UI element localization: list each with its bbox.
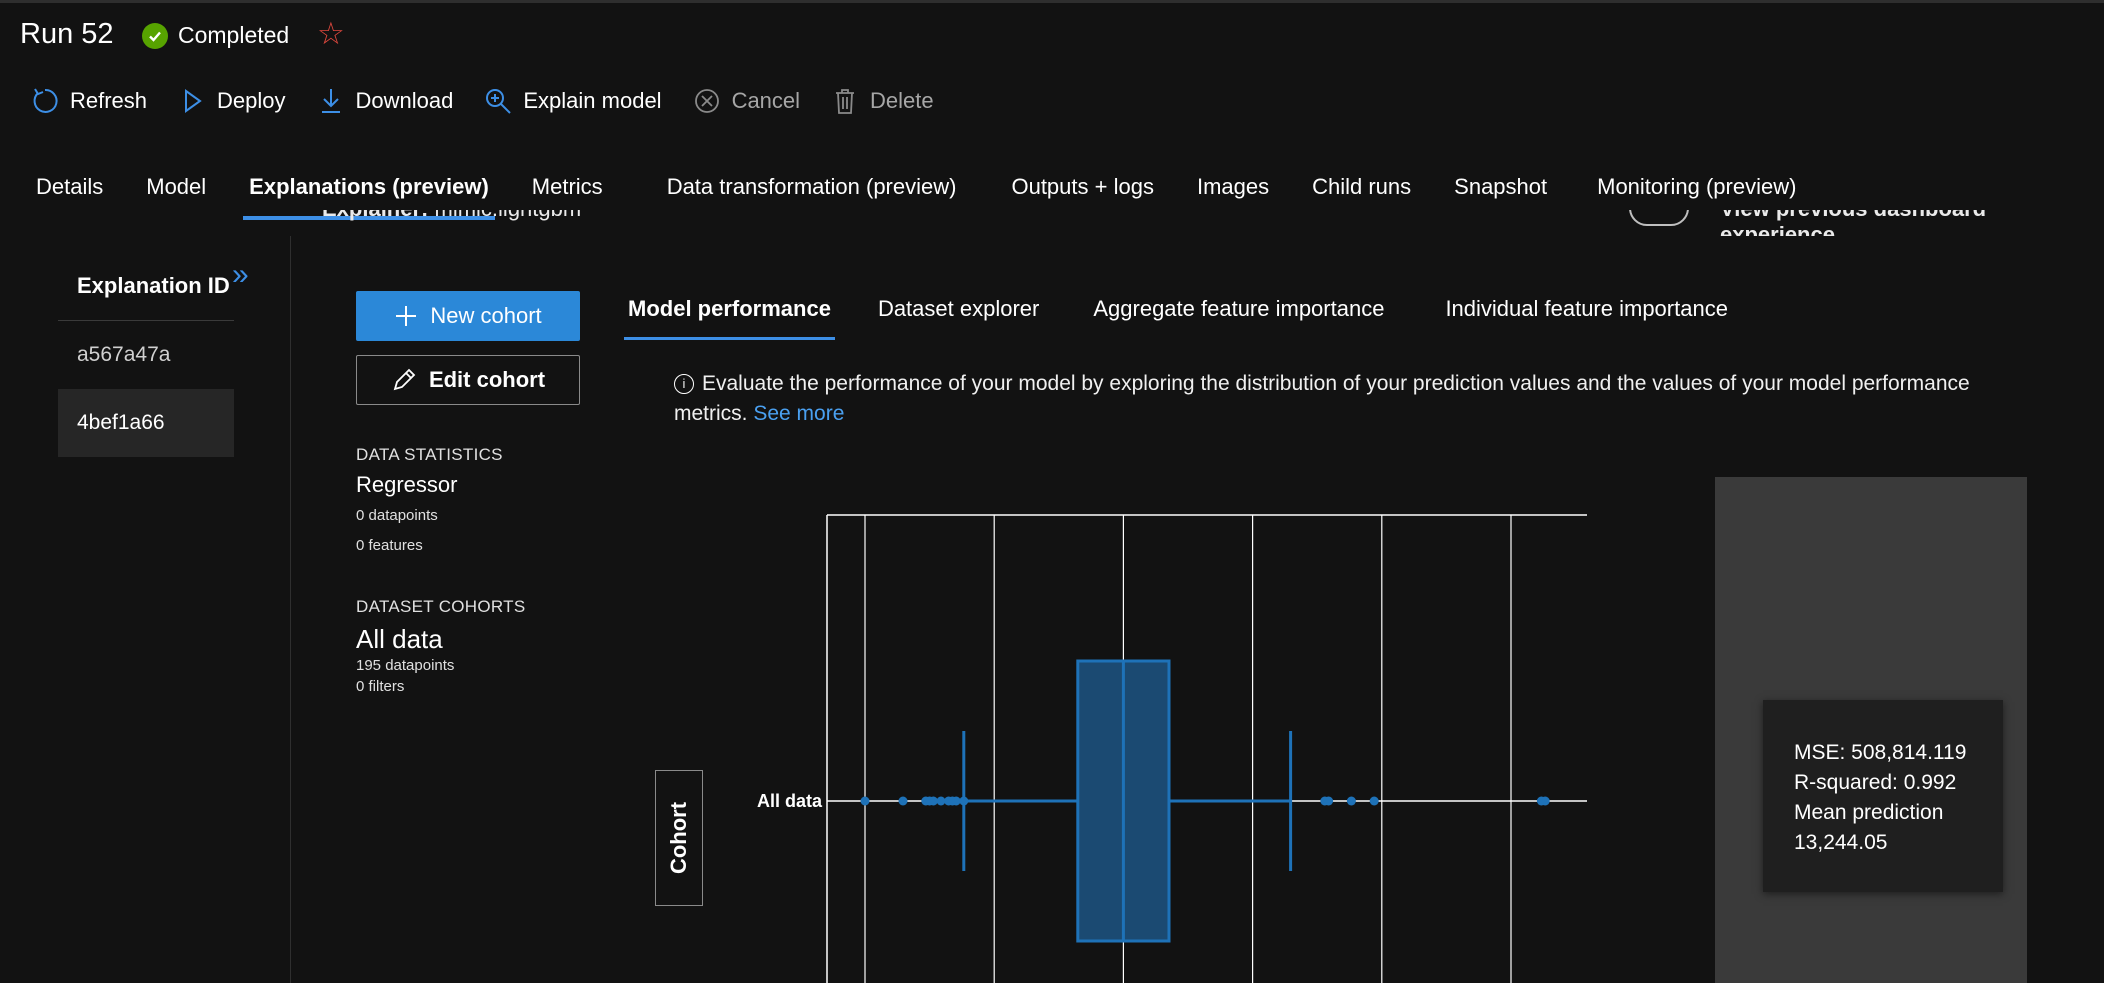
status-text: Completed — [178, 22, 290, 48]
outlier-point — [860, 796, 870, 806]
subtab-model-performance[interactable]: Model performance — [624, 296, 835, 340]
mse-value: MSE: 508,814.119 — [1794, 741, 1967, 764]
outlier-point — [921, 796, 931, 806]
explain-model-label: Explain model — [523, 88, 662, 113]
collapse-panel-icon[interactable]: » — [232, 258, 249, 292]
cohort-axis-label: Cohort — [666, 801, 691, 875]
deploy-button[interactable]: Deploy — [177, 86, 286, 116]
new-cohort-button[interactable]: New cohort — [356, 291, 580, 341]
cohort-axis-button[interactable]: Cohort — [655, 770, 703, 906]
explanation-item[interactable]: a567a47a — [58, 321, 234, 389]
features-count: 0 features — [356, 537, 423, 554]
outlier-point — [1324, 796, 1334, 806]
run-title: Run 52 — [20, 18, 114, 50]
main-tabs: Details Model Explanations (preview) Met… — [36, 174, 1839, 220]
tab-outputs-logs[interactable]: Outputs + logs — [1011, 174, 1153, 200]
download-label: Download — [355, 88, 454, 113]
tab-model[interactable]: Model — [146, 174, 206, 200]
description: i Evaluate the performance of your model … — [674, 369, 1974, 429]
outlier-point — [959, 796, 969, 806]
tab-data-transformation[interactable]: Data transformation (preview) — [667, 174, 957, 200]
outlier-point — [1536, 796, 1546, 806]
data-statistics-label: DATA STATISTICS — [356, 445, 503, 464]
tab-monitoring[interactable]: Monitoring (preview) — [1597, 174, 1796, 200]
outlier-point — [1369, 796, 1379, 806]
outlier-point — [936, 796, 946, 806]
check-circle-icon — [142, 22, 168, 49]
info-icon: i — [674, 374, 694, 394]
explain-model-button[interactable]: Explain model — [483, 86, 662, 116]
outlier-point — [1320, 796, 1330, 806]
outlier-point — [928, 796, 938, 806]
outlier-point — [1540, 796, 1550, 806]
see-more-link[interactable]: See more — [753, 402, 844, 425]
cohort-filters: 0 filters — [356, 678, 405, 695]
cancel-label: Cancel — [731, 88, 801, 113]
delete-label: Delete — [870, 88, 934, 113]
mean-prediction-label: Mean prediction — [1794, 801, 1944, 824]
play-icon — [185, 89, 202, 113]
category-label: All data — [757, 791, 823, 811]
download-button[interactable]: Download — [316, 86, 454, 116]
outlier-point — [925, 796, 935, 806]
outlier-point — [1346, 796, 1356, 806]
refresh-label: Refresh — [70, 88, 148, 113]
toolbar: Refresh Deploy Download Explain model Ca… — [30, 86, 964, 116]
mean-prediction-value: 13,244.05 — [1794, 831, 1888, 854]
magnify-icon — [486, 89, 512, 114]
subtab-aggregate-feature-importance[interactable]: Aggregate feature importance — [1093, 296, 1384, 322]
deploy-label: Deploy — [217, 88, 286, 113]
datapoints-count: 0 datapoints — [356, 507, 438, 524]
edit-cohort-button[interactable]: Edit cohort — [356, 355, 580, 405]
cohort-datapoints: 195 datapoints — [356, 657, 455, 674]
cohort-name: All data — [356, 624, 443, 654]
tab-snapshot[interactable]: Snapshot — [1454, 174, 1547, 200]
view-previous-dashboard-label: View previous dashboard experience — [1720, 210, 1986, 236]
tab-child-runs[interactable]: Child runs — [1312, 174, 1411, 200]
refresh-icon — [33, 88, 58, 113]
outlier-point — [951, 796, 961, 806]
subtab-dataset-explorer[interactable]: Dataset explorer — [878, 296, 1039, 322]
pencil-icon — [393, 368, 416, 391]
top-border — [0, 0, 2104, 3]
new-cohort-label: New cohort — [430, 303, 542, 328]
cancel-button[interactable]: Cancel — [692, 86, 800, 116]
trash-icon — [836, 89, 855, 114]
subtab-individual-feature-importance[interactable]: Individual feature importance — [1445, 296, 1728, 322]
status-badge: Completed — [142, 22, 289, 49]
tab-details[interactable]: Details — [36, 174, 103, 200]
model-type: Regressor — [356, 472, 458, 497]
favorite-star-icon[interactable]: ☆ — [317, 18, 345, 49]
tab-explanations[interactable]: Explanations (preview) — [243, 174, 495, 220]
download-icon — [321, 89, 340, 113]
description-text: Evaluate the performance of your model b… — [674, 372, 1970, 425]
explanation-id-header: Explanation ID — [77, 273, 230, 298]
dashboard-tabs: Model performance Dataset explorer Aggre… — [624, 296, 1782, 340]
plus-icon — [396, 306, 417, 326]
dashboard-toggle[interactable] — [1629, 210, 1689, 226]
tab-metrics[interactable]: Metrics — [532, 174, 603, 200]
iqr-box — [1076, 659, 1171, 943]
outlier-point — [944, 796, 954, 806]
refresh-button[interactable]: Refresh — [30, 86, 147, 116]
panel-divider — [290, 236, 291, 983]
delete-button[interactable]: Delete — [830, 86, 934, 116]
r-squared-value: R-squared: 0.992 — [1794, 771, 1957, 794]
metrics-card: MSE: 508,814.119 R-squared: 0.992 Mean p… — [1763, 700, 2003, 892]
outlier-point — [898, 796, 908, 806]
dataset-cohorts-label: DATASET COHORTS — [356, 597, 526, 616]
edit-cohort-label: Edit cohort — [428, 367, 546, 392]
explanation-item-selected[interactable]: 4bef1a66 — [58, 389, 234, 457]
explainer-text: Explainer: mimic.lightgbm — [322, 210, 581, 222]
tab-images[interactable]: Images — [1197, 174, 1269, 200]
cancel-icon — [694, 89, 719, 113]
outlier-point — [947, 796, 957, 806]
explainer-row: Explainer: mimic.lightgbm View previous … — [300, 210, 2104, 236]
